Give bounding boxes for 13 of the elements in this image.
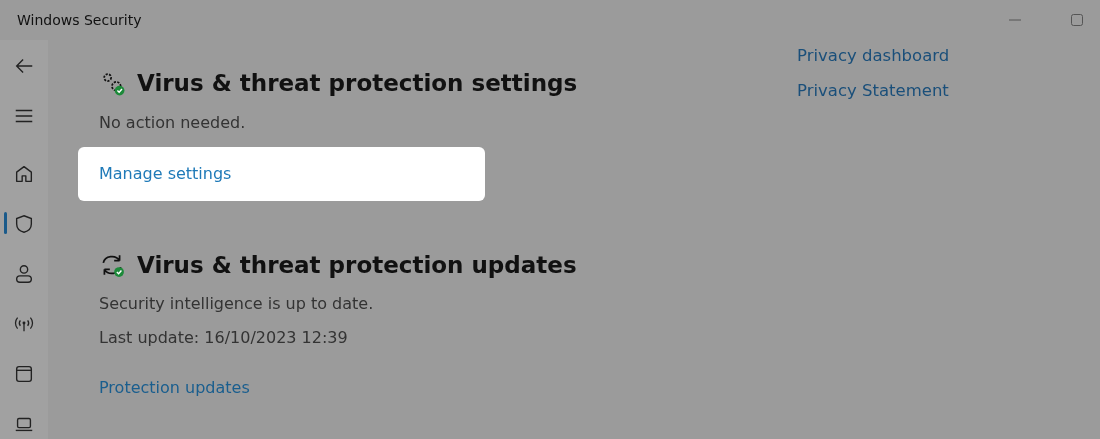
window-title: Windows Security (16, 10, 142, 30)
status-text: Last update: 16/10/2023 12:39 (99, 327, 349, 349)
person-icon (13, 262, 35, 285)
maximize-icon[interactable] (1070, 13, 1084, 27)
privacy-link[interactable]: Privacy dashboard (797, 44, 1100, 69)
privacy-link[interactable]: Privacy Statement (797, 78, 1100, 104)
section-title: Virus & threat protection settings (137, 69, 578, 98)
settings-link[interactable]: Protection updates (99, 376, 250, 400)
section-title: Virus & threat protection updates (137, 250, 577, 280)
status-text: Security intelligence is up to date. (99, 293, 375, 315)
shield-icon (13, 212, 35, 235)
settings-link[interactable]: Manage settings (78, 146, 485, 201)
status-text: No action needed. (99, 111, 247, 134)
